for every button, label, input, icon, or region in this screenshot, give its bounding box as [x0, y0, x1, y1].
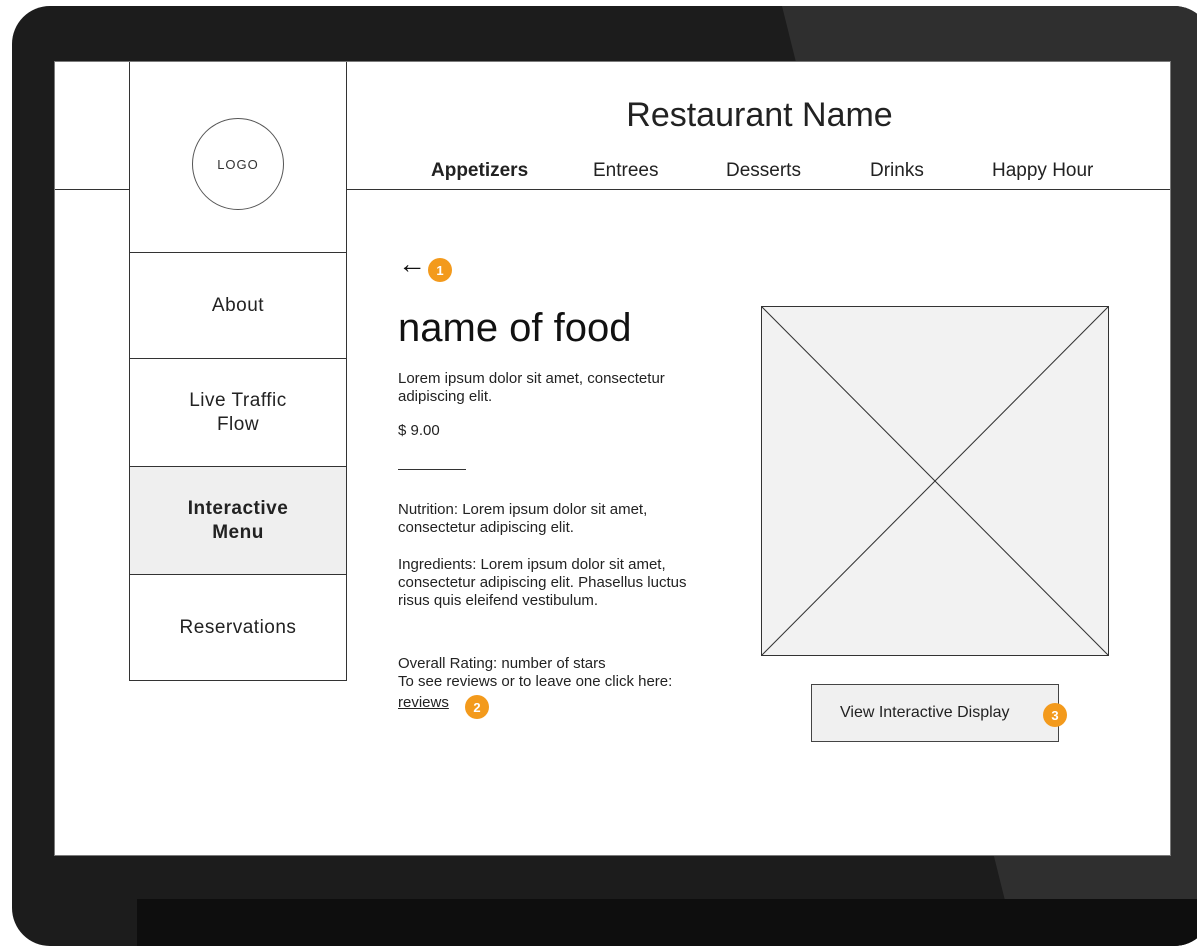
laptop-bezel-bottom [137, 899, 1197, 946]
tab-drinks[interactable]: Drinks [870, 160, 924, 182]
menu-tabs: Appetizers Entrees Desserts Drinks Happy… [347, 160, 1170, 186]
food-name: name of food [398, 306, 632, 350]
logo-cell: LOGO [130, 62, 346, 253]
tab-happy-hour[interactable]: Happy Hour [992, 160, 1093, 182]
annotation-badge-3: 3 [1043, 703, 1067, 727]
rating-text: Overall Rating: number of stars [398, 655, 606, 672]
sidebar-item-reservations[interactable]: Reservations [130, 575, 346, 681]
nutrition-text: Nutrition: Lorem ipsum dolor sit amet, c… [398, 501, 648, 536]
tab-appetizers[interactable]: Appetizers [431, 160, 528, 182]
sidebar-item-live-traffic-flow[interactable]: Live Traffic Flow [130, 359, 346, 467]
annotation-badge-1: 1 [428, 258, 452, 282]
reviews-link[interactable]: reviews [398, 694, 449, 711]
logo[interactable]: LOGO [192, 118, 284, 210]
sidebar: LOGO About Live Traffic Flow Interactive… [129, 62, 347, 681]
restaurant-name: Restaurant Name [626, 96, 893, 134]
sidebar-item-about[interactable]: About [130, 253, 346, 359]
section-divider [398, 469, 466, 470]
app-screen: LOGO About Live Traffic Flow Interactive… [54, 61, 1171, 856]
sidebar-item-interactive-menu[interactable]: Interactive Menu [130, 467, 346, 575]
image-placeholder-icon [762, 307, 1108, 655]
food-image-placeholder [761, 306, 1109, 656]
annotation-badge-2: 2 [465, 695, 489, 719]
back-arrow-icon[interactable]: ← [398, 248, 426, 280]
tab-desserts[interactable]: Desserts [726, 160, 801, 182]
view-interactive-display-label: View Interactive Display [840, 704, 1010, 721]
tab-entrees[interactable]: Entrees [593, 160, 658, 182]
food-description: Lorem ipsum dolor sit amet, consectetur … [398, 370, 665, 405]
view-interactive-display-button[interactable]: View Interactive Display [811, 684, 1059, 742]
reviews-prompt: To see reviews or to leave one click her… [398, 673, 673, 690]
ingredients-text: Ingredients: Lorem ipsum dolor sit amet,… [398, 556, 687, 609]
food-price: $ 9.00 [398, 422, 440, 439]
